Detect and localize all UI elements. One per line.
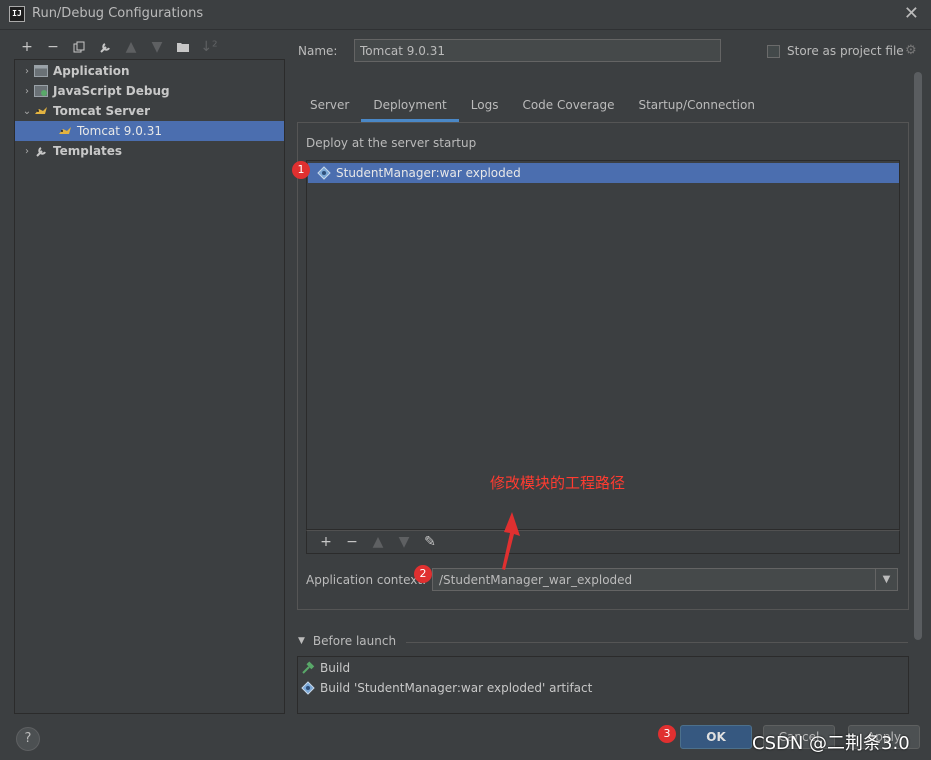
config-toolbar: + − ▲ ▼ ↓² (14, 37, 222, 57)
artifact-icon (316, 166, 332, 180)
name-input[interactable] (354, 39, 721, 62)
application-icon (33, 64, 49, 78)
window-title: Run/Debug Configurations (32, 6, 204, 21)
watermark: CSDN @二荆条3.0 (752, 733, 910, 754)
tree-item-label: Tomcat 9.0.31 (77, 124, 162, 138)
tomcat-icon (57, 124, 73, 138)
name-label: Name: (298, 44, 338, 58)
wrench-icon[interactable] (92, 37, 118, 57)
hammer-icon (300, 661, 316, 675)
chevron-down-icon[interactable]: ⌄ (21, 106, 33, 117)
up-icon[interactable]: ▲ (118, 37, 144, 57)
remove-icon[interactable]: − (40, 37, 66, 57)
before-launch-label: Before launch (312, 634, 397, 648)
close-icon[interactable]: ✕ (904, 3, 919, 24)
application-context-label: Application context: (306, 573, 427, 587)
tree-item-javascript-debug[interactable]: › JavaScript Debug (15, 81, 284, 101)
folder-icon[interactable] (170, 37, 196, 57)
title-bar: IJ Run/Debug Configurations ✕ (0, 0, 931, 30)
tree-item-templates[interactable]: › Templates (15, 141, 284, 161)
tab-bar: Server Deployment Logs Code Coverage Sta… (298, 94, 767, 122)
gear-icon[interactable]: ⚙ (905, 43, 917, 58)
tree-item-tomcat-9[interactable]: Tomcat 9.0.31 (15, 121, 284, 141)
copy-icon[interactable] (66, 37, 92, 57)
dropdown-arrow-icon[interactable]: ▼ (875, 569, 897, 590)
tree-item-label: JavaScript Debug (53, 84, 170, 98)
annotation-badge-1: 1 (292, 161, 310, 179)
tree-item-label: Application (53, 64, 130, 78)
edit-pencil-icon[interactable]: ✎ (417, 532, 443, 552)
store-as-project-file-checkbox[interactable] (767, 45, 780, 58)
chevron-down-icon[interactable]: ▼ (298, 636, 305, 646)
divider (406, 642, 908, 643)
tree-item-label: Tomcat Server (53, 104, 151, 118)
artifact-icon (300, 681, 316, 695)
tab-deployment[interactable]: Deployment (361, 94, 459, 122)
before-launch-item[interactable]: Build (300, 658, 350, 678)
wrench-icon (33, 144, 49, 158)
chevron-right-icon[interactable]: › (21, 66, 33, 77)
store-as-project-file-label: Store as project file (787, 44, 904, 58)
tree-item-tomcat-server[interactable]: ⌄ Tomcat Server (15, 101, 284, 121)
annotation-note: 修改模块的工程路径 (490, 474, 626, 492)
ok-button[interactable]: OK (680, 725, 752, 749)
sort-icon[interactable]: ↓² (196, 37, 222, 57)
tab-code-coverage[interactable]: Code Coverage (510, 94, 626, 122)
tomcat-icon (33, 104, 49, 118)
chevron-right-icon[interactable]: › (21, 86, 33, 97)
artifact-label: StudentManager:war exploded (336, 166, 521, 180)
tree-item-application[interactable]: › Application (15, 61, 284, 81)
javascript-debug-icon (33, 84, 49, 98)
chevron-right-icon[interactable]: › (21, 146, 33, 157)
tab-server[interactable]: Server (298, 94, 361, 122)
down-icon[interactable]: ▼ (391, 532, 417, 552)
configuration-tree: › Application › JavaScript Debug ⌄ Tomca… (14, 59, 285, 714)
intellij-logo-icon: IJ (9, 6, 25, 22)
application-context-value[interactable]: /StudentManager_war_exploded (439, 573, 632, 587)
tree-item-label: Templates (53, 144, 123, 158)
help-button[interactable]: ? (16, 727, 40, 751)
vertical-scrollbar[interactable] (914, 72, 922, 640)
deploy-section-label: Deploy at the server startup (306, 136, 477, 150)
annotation-arrow-icon (502, 512, 520, 570)
remove-icon[interactable]: − (339, 532, 365, 552)
before-launch-item-label: Build (320, 661, 351, 675)
before-launch-item-label: Build 'StudentManager:war exploded' arti… (320, 681, 593, 695)
up-icon[interactable]: ▲ (365, 532, 391, 552)
add-icon[interactable]: + (313, 532, 339, 552)
artifact-list-toolbar: + − ▲ ▼ ✎ (306, 530, 900, 554)
before-launch-header[interactable]: ▼ Before launch (298, 634, 396, 648)
artifact-row[interactable]: StudentManager:war exploded (308, 163, 899, 183)
annotation-badge-2: 2 (414, 565, 432, 583)
annotation-badge-3: 3 (658, 725, 676, 743)
before-launch-item[interactable]: Build 'StudentManager:war exploded' arti… (300, 678, 592, 698)
down-icon[interactable]: ▼ (144, 37, 170, 57)
add-icon[interactable]: + (14, 37, 40, 57)
before-launch-list: Build Build 'StudentManager:war exploded… (297, 656, 909, 714)
tab-logs[interactable]: Logs (459, 94, 511, 122)
tab-startup-connection[interactable]: Startup/Connection (626, 94, 766, 122)
